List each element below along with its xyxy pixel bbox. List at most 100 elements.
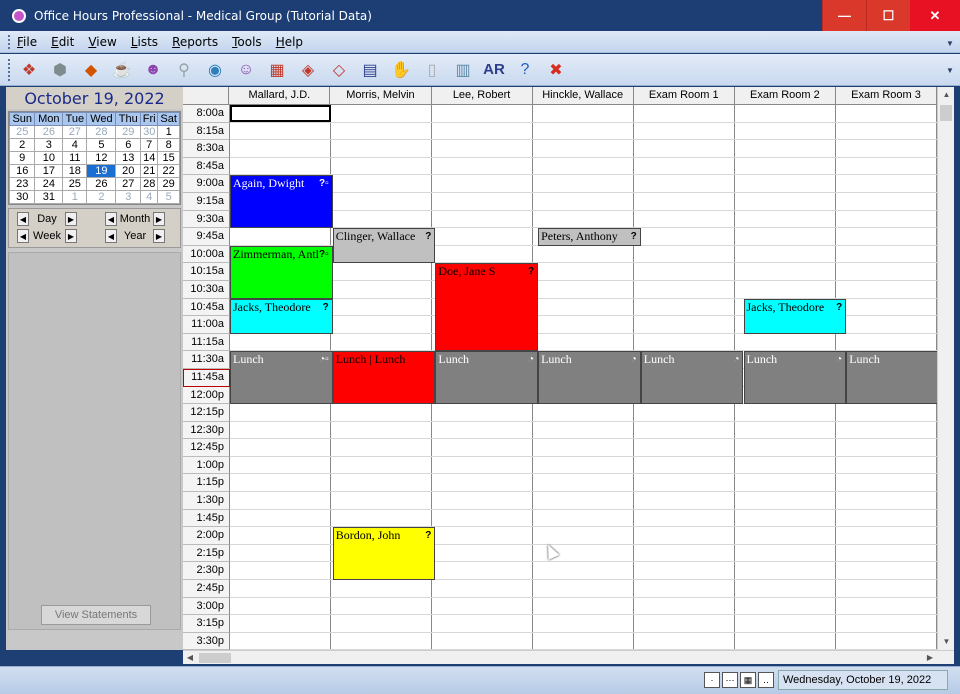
- calendar-day[interactable]: 11: [62, 151, 88, 165]
- calendar-day[interactable]: 25: [8, 125, 36, 139]
- time-slot[interactable]: [735, 140, 836, 157]
- time-slot[interactable]: [735, 509, 836, 527]
- time-slot[interactable]: [331, 298, 432, 316]
- time-slot[interactable]: [230, 333, 331, 351]
- time-slot[interactable]: [634, 580, 735, 597]
- time-slot[interactable]: [634, 175, 735, 192]
- time-slot[interactable]: [634, 316, 735, 333]
- time-slot[interactable]: [735, 597, 836, 615]
- time-slot[interactable]: [331, 439, 432, 456]
- view-extend-icon[interactable]: ‥: [758, 672, 774, 688]
- time-slot[interactable]: [432, 122, 533, 140]
- time-slot[interactable]: [331, 580, 432, 597]
- menu-reports[interactable]: Reports: [172, 35, 218, 49]
- menu-tools[interactable]: Tools: [232, 35, 262, 49]
- horizontal-scrollbar[interactable]: ◀ ▶: [183, 650, 954, 664]
- calendar-day[interactable]: 8: [157, 138, 180, 152]
- time-slot[interactable]: [836, 439, 937, 456]
- time-slot[interactable]: [432, 632, 533, 650]
- help-icon[interactable]: ?: [513, 58, 537, 82]
- close-button[interactable]: ✕: [910, 0, 960, 31]
- scroll-thumb[interactable]: [940, 105, 952, 121]
- time-slot[interactable]: [533, 404, 634, 421]
- time-slot[interactable]: [432, 439, 533, 456]
- time-slot[interactable]: [230, 474, 331, 492]
- time-slot[interactable]: [634, 333, 735, 351]
- hscroll-thumb[interactable]: [199, 653, 231, 663]
- time-slot[interactable]: [533, 492, 634, 509]
- appointment-block[interactable]: Lunch ◔: [640, 351, 744, 405]
- time-slot[interactable]: [533, 105, 634, 122]
- appointment-block[interactable]: Jacks, Theodore?: [230, 298, 333, 334]
- time-slot[interactable]: [836, 333, 937, 351]
- calendar-day[interactable]: 27: [62, 125, 88, 139]
- time-slot[interactable]: [634, 509, 735, 527]
- appointment-block[interactable]: Bordon, John?: [332, 527, 436, 581]
- toolbar-chevron-icon[interactable]: ▼: [946, 66, 956, 75]
- time-slot[interactable]: [533, 439, 634, 456]
- time-slot[interactable]: [432, 105, 533, 122]
- calendar-day[interactable]: 29: [157, 177, 180, 191]
- calendar-day[interactable]: 29: [115, 125, 142, 139]
- time-slot[interactable]: [533, 122, 634, 140]
- time-slot[interactable]: [735, 175, 836, 192]
- time-slot[interactable]: [230, 122, 331, 140]
- calendar-day[interactable]: 1: [62, 190, 88, 204]
- time-slot[interactable]: [230, 228, 331, 245]
- time-slot[interactable]: [735, 580, 836, 597]
- time-slot[interactable]: [735, 263, 836, 280]
- calendar-day[interactable]: 26: [34, 125, 64, 139]
- time-slot[interactable]: [836, 562, 937, 580]
- time-slot[interactable]: [836, 245, 937, 263]
- month-prev-button[interactable]: ◀: [105, 212, 117, 226]
- time-slot[interactable]: [331, 105, 432, 122]
- time-slot[interactable]: [836, 263, 937, 280]
- time-slot[interactable]: [230, 140, 331, 157]
- maximize-button[interactable]: ☐: [866, 0, 910, 31]
- time-slot[interactable]: [836, 298, 937, 316]
- time-slot[interactable]: [634, 632, 735, 650]
- time-slot[interactable]: [735, 527, 836, 544]
- time-slot[interactable]: [432, 492, 533, 509]
- time-slot[interactable]: [331, 316, 432, 333]
- calendar-day[interactable]: 31: [34, 190, 64, 204]
- week-next-button[interactable]: ▶: [65, 229, 77, 243]
- time-slot[interactable]: [432, 140, 533, 157]
- people-icon[interactable]: ☺: [234, 58, 258, 82]
- time-slot[interactable]: [735, 632, 836, 650]
- time-slot[interactable]: [634, 210, 735, 228]
- time-slot[interactable]: [331, 509, 432, 527]
- time-slot[interactable]: [735, 333, 836, 351]
- time-slot[interactable]: [735, 492, 836, 509]
- appointment-block[interactable]: Zimmerman, Antl ?▫: [230, 245, 333, 299]
- book-closed-icon[interactable]: ◇: [327, 58, 351, 82]
- calendar-day[interactable]: 28: [140, 177, 159, 191]
- year-prev-button[interactable]: ◀: [105, 229, 117, 243]
- menu-file[interactable]: File: [17, 35, 37, 49]
- providers-icon[interactable]: ☻: [141, 58, 165, 82]
- scroll-down-icon[interactable]: ▼: [938, 634, 954, 650]
- time-slot[interactable]: [533, 509, 634, 527]
- view-single-icon[interactable]: ·: [704, 672, 720, 688]
- time-slot[interactable]: [432, 210, 533, 228]
- time-slot[interactable]: [533, 456, 634, 474]
- time-slot[interactable]: [836, 615, 937, 632]
- appointment-block[interactable]: Lunch: [846, 351, 949, 405]
- calendar-day[interactable]: 13: [115, 151, 142, 165]
- time-slot[interactable]: [836, 228, 937, 245]
- time-slot[interactable]: [432, 597, 533, 615]
- time-slot[interactable]: [735, 210, 836, 228]
- time-slot[interactable]: [735, 562, 836, 580]
- time-slot[interactable]: [230, 456, 331, 474]
- month-next-button[interactable]: ▶: [153, 212, 165, 226]
- toolbar-grip[interactable]: [8, 58, 11, 81]
- time-slot[interactable]: [735, 404, 836, 421]
- time-slot[interactable]: [331, 632, 432, 650]
- calendar-day[interactable]: 7: [140, 138, 159, 152]
- day-prev-button[interactable]: ◀: [17, 212, 29, 226]
- scroll-right-icon[interactable]: ▶: [923, 651, 937, 665]
- time-slot[interactable]: [533, 615, 634, 632]
- time-slot[interactable]: [533, 562, 634, 580]
- time-slot[interactable]: [230, 580, 331, 597]
- calendar-day[interactable]: 30: [8, 190, 36, 204]
